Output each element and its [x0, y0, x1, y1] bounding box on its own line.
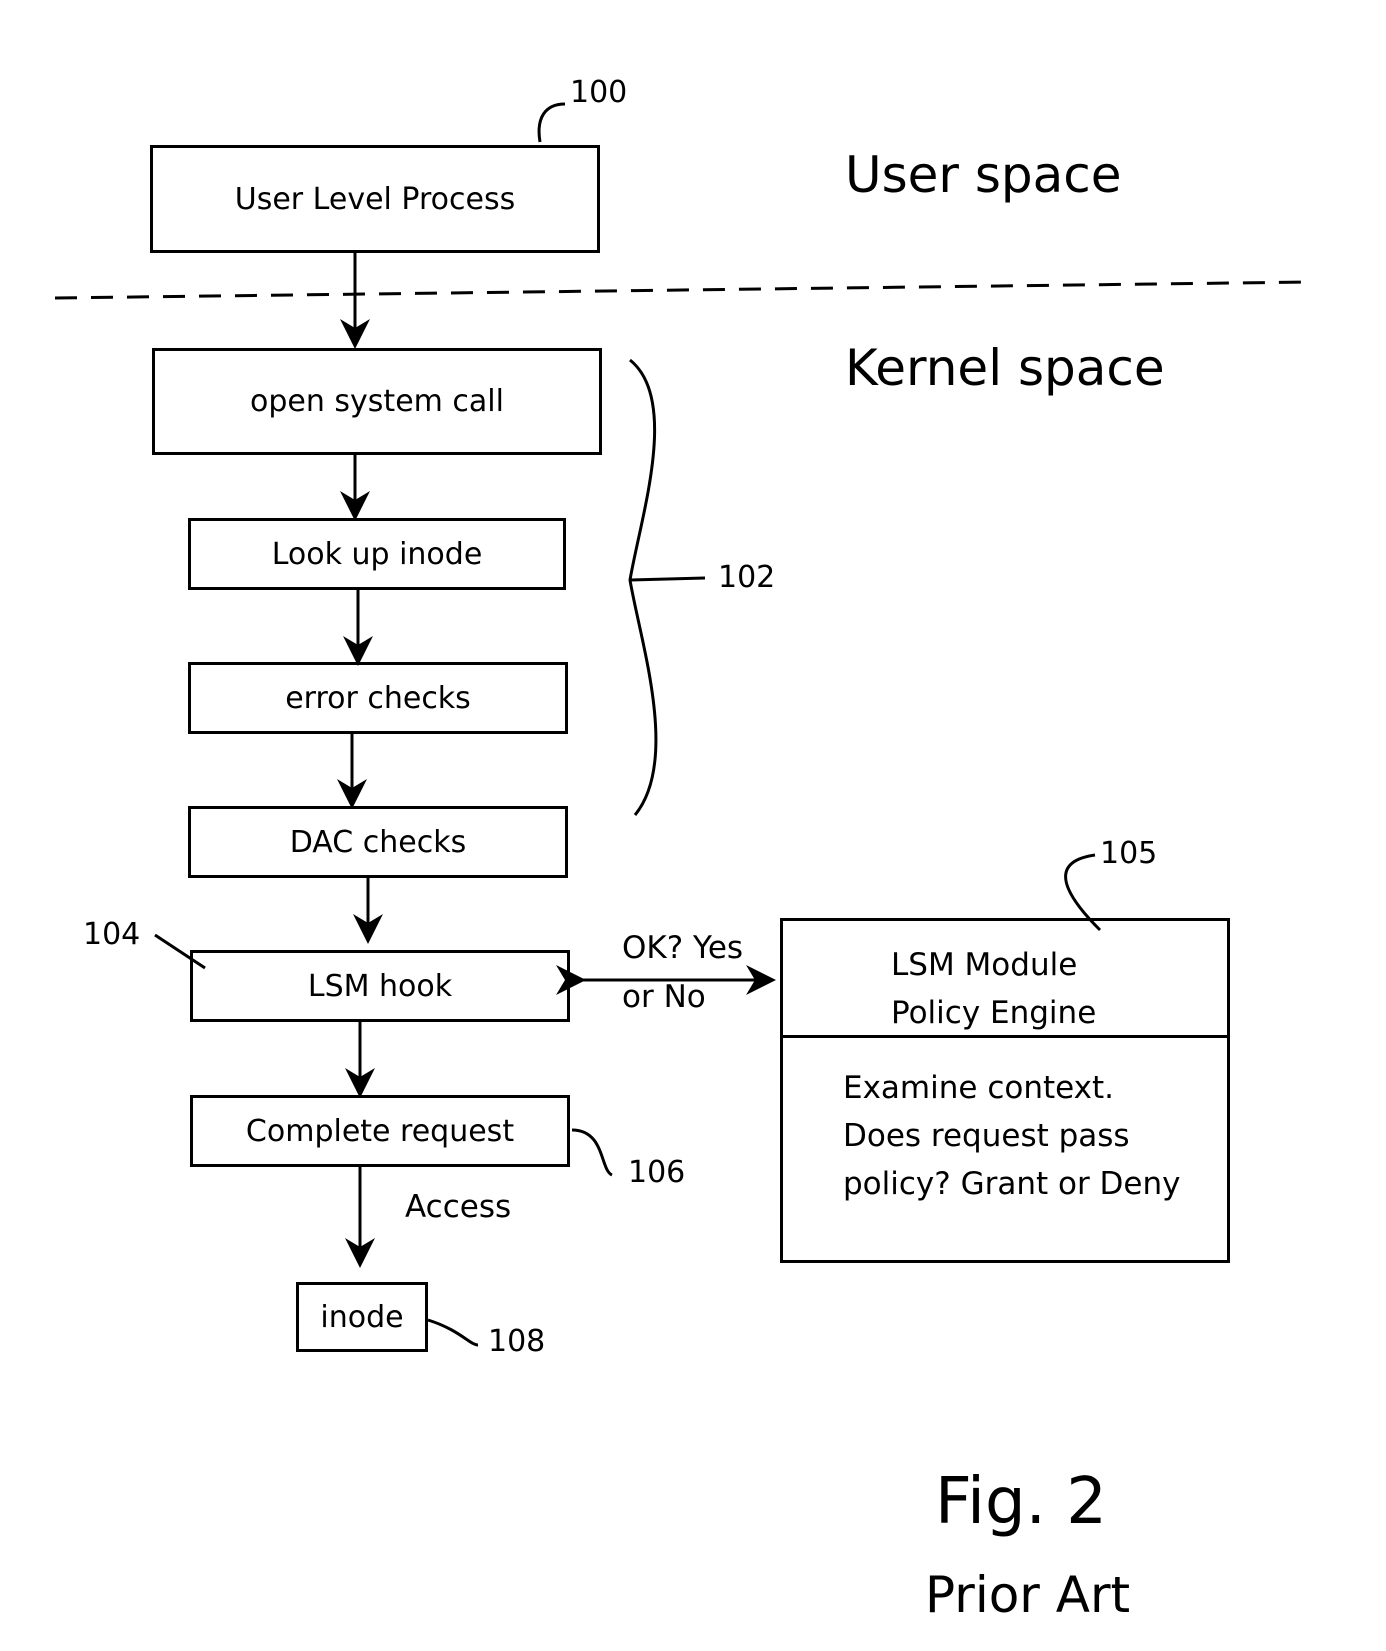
box-dac-checks: DAC checks	[188, 806, 568, 878]
box-label: Look up inode	[271, 536, 483, 572]
box-inode: inode	[296, 1282, 428, 1352]
box-user-level-process: User Level Process	[150, 145, 600, 253]
box-label: DAC checks	[289, 824, 467, 860]
ref-104: 104	[83, 917, 141, 952]
box-label: LSM hook	[307, 968, 453, 1004]
module-body-line1: Examine context.	[843, 1070, 1115, 1106]
leader-100	[537, 102, 566, 143]
ok-label-line1: OK? Yes	[622, 930, 744, 966]
ref-105: 105	[1100, 836, 1158, 871]
box-label: open system call	[250, 384, 504, 419]
box-lsm-hook: LSM hook	[190, 950, 570, 1022]
access-label: Access	[405, 1189, 512, 1225]
user-kernel-divider	[54, 280, 1311, 300]
figure-number: Fig. 2	[935, 1465, 1107, 1539]
lsm-module-header: LSM Module Policy Engine	[783, 921, 1227, 1038]
box-label: User Level Process	[234, 181, 516, 217]
ref-108: 108	[488, 1324, 546, 1359]
user-space-label: User space	[845, 146, 1122, 204]
leader-106	[571, 1128, 613, 1177]
module-body-line3: policy? Grant or Deny	[843, 1166, 1181, 1202]
ref-100: 100	[570, 75, 628, 110]
box-complete-request: Complete request	[190, 1095, 570, 1167]
ref-106: 106	[628, 1155, 686, 1190]
figure-subtitle: Prior Art	[925, 1566, 1131, 1624]
module-title-line1: LSM Module	[891, 947, 1078, 983]
lsm-module-box: LSM Module Policy Engine Examine context…	[780, 918, 1230, 1263]
box-label: Complete request	[245, 1113, 515, 1149]
box-look-up-inode: Look up inode	[188, 518, 566, 590]
brace-102	[628, 358, 706, 816]
box-error-checks: error checks	[188, 662, 568, 734]
leader-108	[427, 1318, 479, 1347]
module-title-line2: Policy Engine	[891, 995, 1097, 1031]
kernel-space-label: Kernel space	[845, 339, 1165, 397]
box-label: inode	[320, 1299, 404, 1335]
module-body-line2: Does request pass	[843, 1118, 1130, 1154]
ref-102: 102	[718, 560, 776, 595]
box-open-system-call: open system call	[152, 348, 602, 455]
box-label: error checks	[285, 680, 471, 716]
ok-label-line2: or No	[622, 979, 706, 1015]
lsm-module-body: Examine context. Does request pass polic…	[783, 1038, 1227, 1208]
